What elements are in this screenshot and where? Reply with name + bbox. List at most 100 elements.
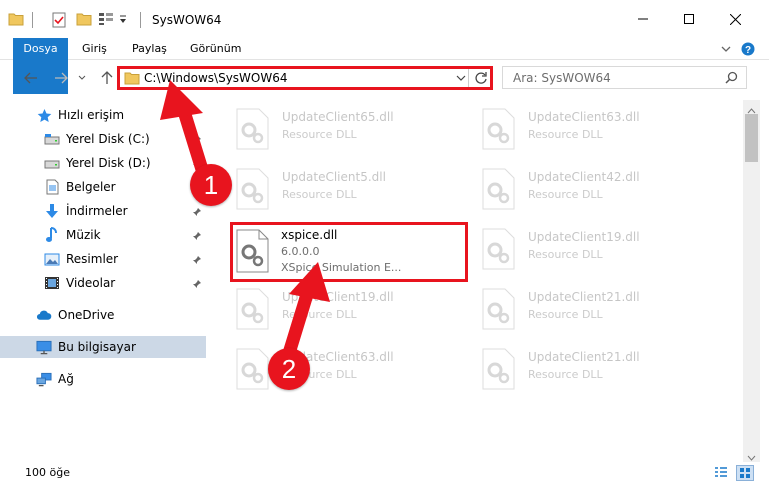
list-item[interactable]: UpdateClient5.dll Resource DLL: [225, 164, 465, 220]
list-item[interactable]: UpdateClient65.dll Resource DLL: [225, 104, 465, 160]
view-options-icon[interactable]: [98, 12, 114, 29]
file-name: UpdateClient21.dll: [528, 350, 640, 364]
sidebar-item-documents[interactable]: Belgeler: [0, 176, 206, 198]
dll-file-icon: [235, 288, 269, 330]
navigation-pane: Hızlı erişim Yerel Disk (C:) Yerel Disk …: [0, 100, 206, 462]
tab-home[interactable]: Giriş: [82, 38, 107, 60]
downloads-icon: [44, 203, 60, 219]
list-item[interactable]: UpdateClient19.dll Resource DLL: [225, 284, 465, 340]
window-title: SysWOW64: [152, 13, 222, 27]
documents-icon: [44, 179, 60, 195]
pin-icon[interactable]: [192, 278, 202, 288]
maximize-button[interactable]: [666, 0, 712, 38]
dll-file-icon: [235, 348, 269, 390]
sidebar-item-label: Yerel Disk (D:): [66, 156, 151, 170]
search-input[interactable]: Ara: SysWOW64: [502, 66, 747, 89]
sidebar-item-pictures[interactable]: Resimler: [0, 248, 206, 270]
file-type: Resource DLL: [282, 188, 357, 201]
list-item[interactable]: UpdateClient19.dll Resource DLL: [471, 224, 711, 280]
minimize-button[interactable]: [620, 0, 666, 38]
file-type: Resource DLL: [282, 128, 357, 141]
search-placeholder: Ara: SysWOW64: [513, 71, 611, 85]
pictures-icon: [44, 251, 60, 267]
list-item[interactable]: UpdateClient63.dll Resource DLL: [471, 104, 711, 160]
address-dropdown-icon[interactable]: [456, 72, 466, 86]
tab-share[interactable]: Paylaş: [132, 38, 167, 60]
sidebar-item-downloads[interactable]: İndirmeler: [0, 200, 206, 222]
sidebar-item-local-disk-d[interactable]: Yerel Disk (D:): [0, 152, 206, 174]
scrollbar-thumb[interactable]: [745, 114, 758, 162]
refresh-icon[interactable]: [474, 71, 488, 88]
list-item[interactable]: UpdateClient63.dll Resource DLL: [225, 344, 465, 400]
file-type: Resource DLL: [528, 128, 603, 141]
file-name: UpdateClient63.dll: [528, 110, 640, 124]
chevron-down-icon: [78, 75, 86, 80]
sidebar-item-local-disk-c[interactable]: Yerel Disk (C:): [0, 128, 206, 150]
list-item[interactable]: UpdateClient21.dll Resource DLL: [471, 284, 711, 340]
sidebar-item-label: Resimler: [66, 252, 119, 266]
file-name: xspice.dll: [281, 228, 338, 242]
computer-icon: [36, 339, 52, 355]
search-icon[interactable]: [725, 71, 738, 87]
new-folder-icon[interactable]: [76, 12, 92, 29]
separator: [140, 12, 141, 28]
pin-icon[interactable]: [192, 206, 202, 216]
up-button[interactable]: [96, 68, 118, 88]
sidebar-item-onedrive[interactable]: OneDrive: [0, 304, 206, 326]
pin-icon[interactable]: [192, 230, 202, 240]
step-1-callout: 1: [190, 164, 232, 206]
list-item-xspice[interactable]: xspice.dll 6.0.0.0 XSpice Simulation E..…: [230, 222, 468, 282]
address-bar[interactable]: C:\Windows\SysWOW64: [117, 66, 493, 90]
star-icon: [36, 107, 52, 123]
file-name: UpdateClient5.dll: [282, 170, 386, 184]
properties-icon[interactable]: [52, 12, 66, 31]
list-item[interactable]: UpdateClient42.dll Resource DLL: [471, 164, 711, 220]
large-icons-view-icon[interactable]: [736, 465, 754, 481]
close-icon: [729, 13, 741, 25]
dll-file-icon: [235, 108, 269, 150]
separator: [32, 12, 33, 28]
cloud-icon: [36, 307, 52, 323]
sidebar-item-this-pc[interactable]: Bu bilgisayar: [0, 336, 206, 358]
close-button[interactable]: [712, 0, 758, 38]
music-icon: [44, 227, 60, 243]
step-2-callout: 2: [268, 348, 310, 390]
sidebar-item-videos[interactable]: Videolar: [0, 272, 206, 294]
forward-button[interactable]: [50, 68, 72, 88]
sidebar-item-music[interactable]: Müzik: [0, 224, 206, 246]
help-icon[interactable]: ?: [741, 42, 755, 59]
sidebar-item-network[interactable]: Ağ: [0, 368, 206, 390]
pin-icon[interactable]: [192, 134, 202, 144]
folder-icon: [8, 12, 24, 29]
sidebar-item-label: İndirmeler: [66, 204, 128, 218]
sidebar-item-quick-access[interactable]: Hızlı erişim: [0, 104, 206, 126]
sidebar-item-label: Bu bilgisayar: [58, 340, 136, 354]
details-view-icon[interactable]: [714, 466, 728, 483]
ribbon: Dosya Giriş Paylaş Görünüm ?: [0, 38, 769, 94]
minimize-icon: [638, 18, 648, 20]
file-version: 6.0.0.0: [281, 245, 320, 258]
pin-icon[interactable]: [192, 254, 202, 264]
back-button[interactable]: [20, 68, 42, 88]
dll-file-icon: [481, 168, 515, 210]
file-description: XSpice Simulation E...: [281, 261, 402, 274]
file-name: UpdateClient19.dll: [528, 230, 640, 244]
list-item[interactable]: UpdateClient21.dll Resource DLL: [471, 344, 711, 400]
recent-locations-button[interactable]: [76, 68, 88, 88]
file-type: Resource DLL: [282, 308, 357, 321]
arrow-left-icon: [24, 72, 37, 84]
dll-file-icon: [481, 348, 515, 390]
quick-access-dropdown-icon[interactable]: [118, 14, 128, 28]
sidebar-item-label: Yerel Disk (C:): [66, 132, 150, 146]
drive-icon: [44, 131, 60, 147]
dll-file-icon: [235, 229, 269, 276]
separator: [468, 69, 469, 87]
expand-ribbon-icon[interactable]: [720, 43, 732, 58]
dll-file-icon: [481, 108, 515, 150]
file-name: UpdateClient65.dll: [282, 110, 394, 124]
arrow-right-icon: [55, 72, 68, 84]
address-path[interactable]: C:\Windows\SysWOW64: [144, 71, 288, 85]
svg-text:?: ?: [745, 45, 751, 56]
vertical-scrollbar[interactable]: [743, 100, 760, 462]
tab-view[interactable]: Görünüm: [190, 38, 241, 60]
